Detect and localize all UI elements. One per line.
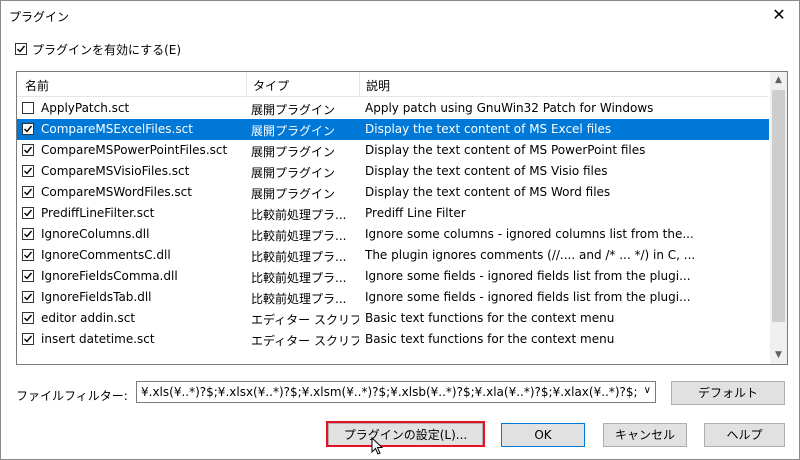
plugin-type: エディター スクリプト — [251, 313, 359, 327]
list-item[interactable]: CompareMSVisioFiles.sct 展開プラグイン Display th… — [17, 161, 769, 182]
column-header-type[interactable]: タイプ — [253, 77, 289, 94]
list-header: 名前 タイプ 説明 — [17, 72, 769, 97]
plugin-description: The plugin ignores comments (//.... and … — [365, 248, 696, 262]
plugin-name: IgnoreFieldsTab.dll — [41, 290, 152, 304]
plugin-type: 展開プラグイン — [251, 103, 336, 117]
plugin-name: insert datetime.sct — [41, 332, 155, 346]
checkbox-unchecked-icon[interactable] — [22, 102, 34, 114]
plugin-type: 展開プラグイン — [251, 166, 336, 180]
file-filter-combobox[interactable]: ¥.xls(¥..*)?$;¥.xlsx(¥..*)?$;¥.xlsm(¥..*… — [136, 381, 656, 403]
checkbox-checked-icon[interactable] — [22, 249, 34, 261]
plugin-description: Display the text content of MS PowerPoin… — [365, 143, 646, 157]
checkbox-checked-icon[interactable] — [22, 270, 34, 282]
list-item[interactable]: IgnoreColumns.dll 比較前処理プラ... Ignore some c… — [17, 224, 769, 245]
column-header-name[interactable]: 名前 — [25, 77, 49, 94]
plugin-name: PrediffLineFilter.sct — [41, 206, 155, 220]
plugin-type: 比較前処理プラ... — [251, 250, 347, 264]
plugin-description: Prediff Line Filter — [365, 206, 466, 220]
scroll-up-icon[interactable]: ▲ — [770, 72, 787, 89]
plugin-name: IgnoreCommentsC.dll — [41, 248, 171, 262]
checkbox-checked-icon[interactable] — [22, 144, 34, 156]
plugin-list[interactable]: 名前 タイプ 説明 ApplyPatch.sct 展開プラグイン Apply pat… — [16, 71, 788, 365]
ok-button[interactable]: OK — [501, 423, 585, 447]
plugin-description: Ignore some fields - ignored fields list… — [365, 290, 691, 304]
default-button[interactable]: デフォルト — [671, 381, 785, 405]
plugin-type: 比較前処理プラ... — [251, 271, 347, 285]
checkbox-checked-icon[interactable] — [22, 333, 34, 345]
list-item[interactable]: editor addin.sct エディター スクリプト Basic text fu… — [17, 308, 769, 329]
plugin-type: エディター スクリプト — [251, 334, 359, 348]
list-item[interactable]: CompareMSWordFiles.sct 展開プラグイン Display the… — [17, 182, 769, 203]
title-bar: プラグイン ✕ — [1, 1, 799, 31]
highlight-box — [326, 421, 485, 447]
checkbox-checked-icon[interactable] — [22, 207, 34, 219]
file-filter-label: ファイルフィルター: — [16, 389, 128, 403]
plugin-description: Ignore some fields - ignored fields list… — [365, 269, 691, 283]
plugin-type: 比較前処理プラ... — [251, 292, 347, 306]
checkbox-checked-icon[interactable] — [22, 165, 34, 177]
scroll-down-icon[interactable]: ▼ — [770, 347, 787, 364]
plugin-description: Basic text functions for the context men… — [365, 311, 615, 325]
checkbox-checked-icon[interactable] — [15, 43, 27, 55]
plugin-name: IgnoreColumns.dll — [41, 227, 150, 241]
checkbox-checked-icon[interactable] — [22, 291, 34, 303]
plugin-type: 展開プラグイン — [251, 124, 336, 138]
plugin-description: Apply patch using GnuWin32 Patch for Win… — [365, 101, 654, 115]
plugin-type: 展開プラグイン — [251, 187, 336, 201]
list-item[interactable]: CompareMSExcelFiles.sct 展開プラグイン Display th… — [17, 119, 769, 140]
plugin-name: CompareMSExcelFiles.sct — [41, 122, 193, 136]
enable-plugins-label: プラグインを有効にする(E) — [32, 42, 182, 57]
plugins-dialog: プラグイン ✕ プラグインを有効にする(E) 名前 タイプ 説明 ApplyPa… — [0, 0, 800, 460]
chevron-down-icon[interactable]: ∨ — [644, 385, 651, 396]
column-separator[interactable] — [246, 72, 247, 96]
plugin-description: Display the text content of MS Visio fil… — [365, 164, 608, 178]
list-item[interactable]: insert datetime.sct エディター スクリプト Basic text… — [17, 329, 769, 350]
plugin-description: Display the text content of MS Excel fil… — [365, 122, 612, 136]
checkbox-checked-icon[interactable] — [22, 123, 34, 135]
column-separator[interactable] — [359, 72, 360, 96]
plugin-description: Display the text content of MS Word file… — [365, 185, 611, 199]
list-item[interactable]: IgnoreFieldsTab.dll 比較前処理プラ... Ignore some… — [17, 287, 769, 308]
list-item[interactable]: CompareMSPowerPointFiles.sct 展開プラグイン Displ… — [17, 140, 769, 161]
list-item[interactable]: IgnoreFieldsComma.dll 比較前処理プラ... Ignore so… — [17, 266, 769, 287]
plugin-type: 比較前処理プラ... — [251, 229, 347, 243]
plugin-name: IgnoreFieldsComma.dll — [41, 269, 178, 283]
list-item[interactable]: PrediffLineFilter.sct 比較前処理プラ... Prediff L… — [17, 203, 769, 224]
plugin-name: CompareMSWordFiles.sct — [41, 185, 192, 199]
mouse-cursor-icon — [371, 437, 384, 455]
cancel-button[interactable]: キャンセル — [603, 423, 687, 447]
plugin-name: editor addin.sct — [41, 311, 136, 325]
enable-plugins-checkbox[interactable]: プラグインを有効にする(E) — [15, 41, 181, 57]
plugin-name: CompareMSPowerPointFiles.sct — [41, 143, 228, 157]
checkbox-checked-icon[interactable] — [22, 228, 34, 240]
column-header-description[interactable]: 説明 — [366, 77, 390, 94]
file-filter-value[interactable]: ¥.xls(¥..*)?$;¥.xlsx(¥..*)?$;¥.xlsm(¥..*… — [141, 385, 637, 399]
scroll-thumb[interactable] — [772, 90, 785, 322]
checkbox-checked-icon[interactable] — [22, 312, 34, 324]
plugin-name: ApplyPatch.sct — [41, 101, 130, 115]
checkbox-checked-icon[interactable] — [22, 186, 34, 198]
close-icon[interactable]: ✕ — [769, 5, 789, 25]
plugin-type: 展開プラグイン — [251, 145, 336, 159]
plugin-name: CompareMSVisioFiles.sct — [41, 164, 190, 178]
vertical-scrollbar[interactable]: ▲ ▼ — [770, 72, 787, 364]
list-rows: ApplyPatch.sct 展開プラグイン Apply patch using G… — [17, 98, 769, 350]
list-item[interactable]: ApplyPatch.sct 展開プラグイン Apply patch using G… — [17, 98, 769, 119]
help-button[interactable]: ヘルプ — [704, 423, 785, 447]
plugin-description: Basic text functions for the context men… — [365, 332, 615, 346]
plugin-description: Ignore some columns - ignored columns li… — [365, 227, 694, 241]
plugin-type: 比較前処理プラ... — [251, 208, 347, 222]
list-item[interactable]: IgnoreCommentsC.dll 比較前処理プラ... The plugin … — [17, 245, 769, 266]
dialog-title: プラグイン — [9, 10, 70, 24]
